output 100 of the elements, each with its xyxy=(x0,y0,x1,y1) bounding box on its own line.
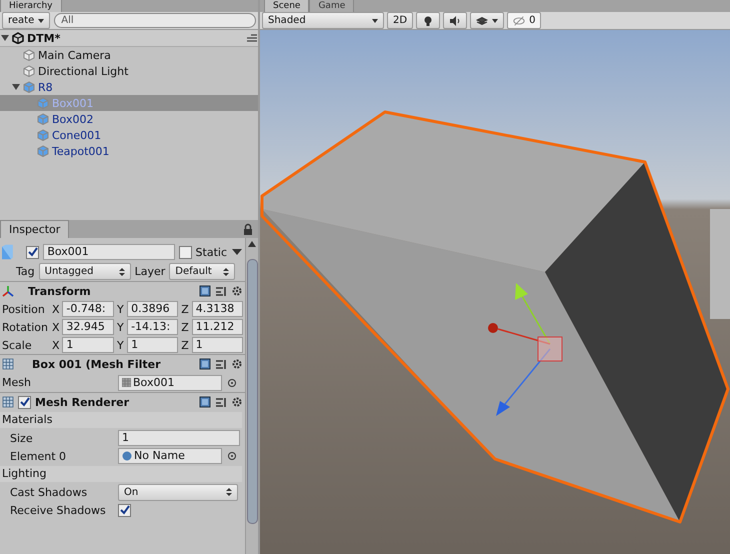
axis-label: X xyxy=(51,320,60,334)
field-label: Scale xyxy=(2,338,33,352)
axis-label: X xyxy=(51,302,60,316)
view-tab[interactable]: Scene xyxy=(264,0,310,12)
number-field[interactable]: 4.3138 xyxy=(192,301,243,317)
lock-icon[interactable] xyxy=(242,223,254,235)
cube-icon xyxy=(37,97,49,109)
static-label: Static xyxy=(196,246,227,258)
layer-dropdown[interactable]: Default xyxy=(169,263,236,280)
updown-icon xyxy=(223,266,230,278)
checkbox[interactable] xyxy=(18,396,31,408)
object-field[interactable]: Box001 xyxy=(118,374,222,390)
axis-label: Z xyxy=(180,338,190,352)
cube-icon xyxy=(23,81,35,93)
cube-icon xyxy=(37,145,49,157)
component-title: Mesh Renderer xyxy=(35,396,130,408)
sliders-icon[interactable] xyxy=(215,396,227,408)
shading-dropdown[interactable]: Shaded xyxy=(262,12,384,29)
create-dropdown[interactable]: reate xyxy=(2,12,50,29)
help-book-icon[interactable] xyxy=(199,396,211,408)
hierarchy-item[interactable]: Box002 xyxy=(0,111,258,127)
hierarchy-item[interactable]: Main Camera xyxy=(0,47,258,63)
cube-icon xyxy=(2,242,13,262)
scene-name: DTM* xyxy=(27,32,62,44)
hierarchy-item[interactable]: Cone001 xyxy=(0,127,258,143)
checkbox[interactable] xyxy=(118,504,131,516)
number-field[interactable]: 11.212 xyxy=(192,319,243,335)
checkbox[interactable] xyxy=(26,246,40,258)
target-icon[interactable] xyxy=(226,450,238,462)
help-book-icon[interactable] xyxy=(199,285,211,297)
number-field[interactable]: -0.748: xyxy=(62,301,114,317)
axis-label: Y xyxy=(116,320,125,334)
field-label: Element 0 xyxy=(10,450,68,462)
number-field[interactable]: 1 xyxy=(118,430,240,446)
field-label: Rotation xyxy=(2,320,50,334)
target-icon[interactable] xyxy=(226,376,238,388)
move-gizmo-drawing[interactable] xyxy=(488,283,562,416)
scrollbar-thumb[interactable] xyxy=(246,259,258,524)
updown-icon xyxy=(118,266,125,278)
hierarchy-item[interactable]: Teapot001 xyxy=(0,143,258,159)
hierarchy-item[interactable]: R8 xyxy=(0,79,258,95)
layers-icon[interactable] xyxy=(476,14,488,26)
hierarchy-item[interactable]: Directional Light xyxy=(0,63,258,79)
object-name-field[interactable]: Box001 xyxy=(43,244,175,260)
settings-icon[interactable] xyxy=(231,358,243,370)
axis-label: X xyxy=(51,338,60,352)
sphere-icon xyxy=(122,451,132,461)
field-label: Position xyxy=(2,302,46,316)
layer-label: Layer xyxy=(134,265,166,278)
hidden-count: 0 xyxy=(529,14,536,27)
cast-shadows-dropdown[interactable]: On xyxy=(118,484,238,500)
field-label: Cast Shadows xyxy=(10,486,88,498)
scroll-up-icon[interactable] xyxy=(248,241,256,247)
menu-icon[interactable] xyxy=(246,32,258,44)
cube-icon xyxy=(23,49,35,61)
field-label: Mesh xyxy=(2,376,32,389)
number-field[interactable]: 1 xyxy=(127,337,178,353)
field-label: Size xyxy=(10,432,34,444)
number-field[interactable]: 32.945 xyxy=(62,319,114,335)
expand-arrow-icon[interactable] xyxy=(12,83,20,91)
number-field[interactable]: 1 xyxy=(62,337,114,353)
hidden-eye-icon[interactable] xyxy=(513,14,526,26)
field-label: Receive Shadows xyxy=(10,504,107,516)
number-field[interactable]: -14.13: xyxy=(127,319,178,335)
grid-icon xyxy=(122,378,131,387)
view-tab[interactable]: Game xyxy=(309,0,354,12)
sliders-icon[interactable] xyxy=(215,285,227,297)
light-bulb-icon[interactable] xyxy=(422,14,434,26)
expand-arrow-icon[interactable] xyxy=(1,34,9,42)
scene-viewport[interactable] xyxy=(260,30,730,554)
axis-label: Y xyxy=(116,338,125,352)
tag-dropdown[interactable]: Untagged xyxy=(38,263,131,280)
speaker-icon[interactable] xyxy=(449,14,462,26)
2d-toggle[interactable]: 2D xyxy=(387,12,414,29)
number-field[interactable]: 0.3896 xyxy=(127,301,178,317)
component-title: Box 001 (Mesh Filter xyxy=(31,358,162,370)
hierarchy-tab[interactable]: Hierarchy xyxy=(0,0,62,12)
help-book-icon[interactable] xyxy=(199,358,211,370)
checkbox[interactable] xyxy=(178,246,192,258)
cube-icon xyxy=(37,129,49,141)
updown-icon xyxy=(226,486,232,498)
component-title: Transform xyxy=(27,284,92,298)
number-field[interactable]: 1 xyxy=(192,337,243,353)
selected-box-drawing[interactable] xyxy=(260,110,730,524)
search-field[interactable]: All xyxy=(54,13,256,28)
cube-icon xyxy=(23,65,35,77)
cube-icon xyxy=(37,113,49,125)
tag-label: Tag xyxy=(16,265,35,278)
settings-icon[interactable] xyxy=(231,285,243,297)
material-field[interactable]: No Name xyxy=(118,448,222,464)
settings-icon[interactable] xyxy=(231,396,243,408)
section-header: Materials xyxy=(0,412,242,428)
sliders-icon[interactable] xyxy=(215,358,227,370)
inspector-tab[interactable]: Inspector xyxy=(0,220,70,238)
axes-icon xyxy=(2,285,14,297)
grid-icon xyxy=(2,396,14,408)
axis-label: Y xyxy=(116,302,125,316)
grid-icon xyxy=(2,358,14,370)
axis-label: Z xyxy=(180,320,190,334)
section-header: Lighting xyxy=(0,466,242,482)
